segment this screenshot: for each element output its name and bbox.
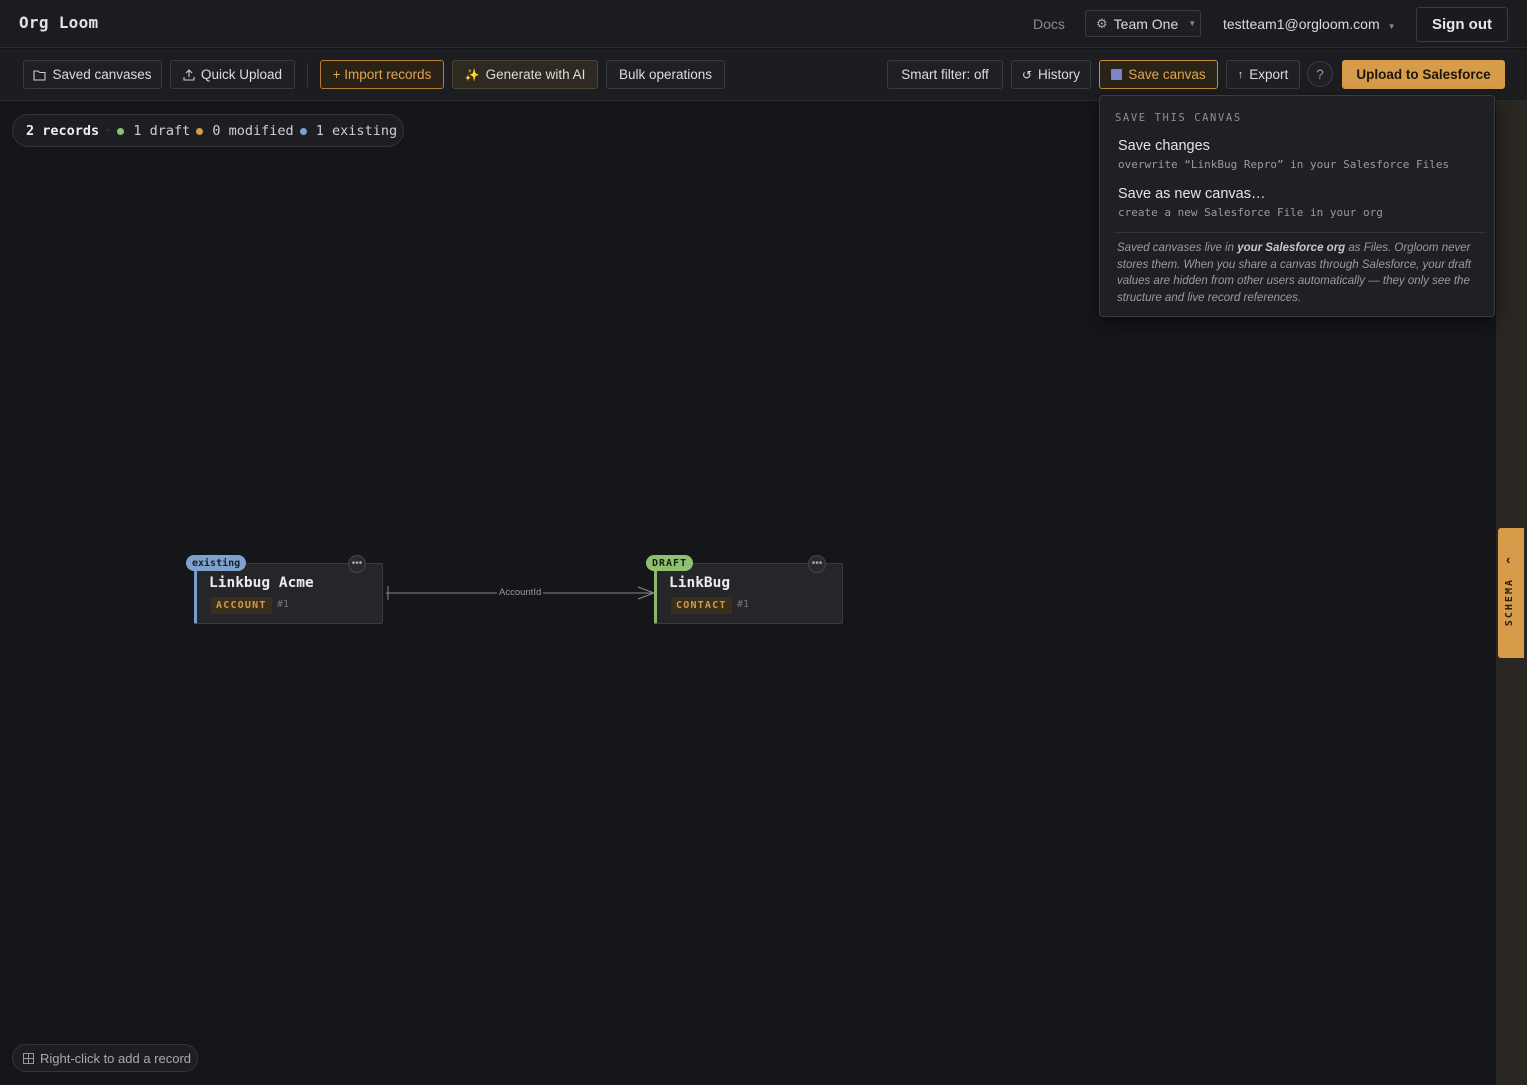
status-badge: DRAFT — [646, 555, 694, 571]
status-badge: existing — [186, 555, 247, 571]
node-menu-icon[interactable]: ••• — [348, 555, 366, 573]
menu-item-subtitle: overwrite “LinkBug Repro” in your Salesf… — [1118, 158, 1450, 171]
record-count: 2 records — [26, 122, 100, 139]
existing-dot-icon — [299, 127, 307, 135]
note-text-bold: your Salesforce org — [1237, 242, 1346, 254]
node-index: #1 — [277, 599, 290, 610]
modified-count: 0 modified — [196, 122, 294, 139]
menu-item-title: Save as new canvas… — [1118, 186, 1266, 202]
draft-count: 1 draft — [117, 123, 190, 139]
hint-label: Right-click to add a record — [40, 1050, 192, 1066]
existing-count-label: 1 existing — [315, 122, 398, 139]
grid-icon — [23, 1052, 34, 1064]
save-canvas-menu: SAVE THIS CANVAS Save changes overwrite … — [1099, 95, 1495, 317]
schema-tab-label: SCHEMA — [1504, 578, 1515, 627]
edge-label: AccountId — [497, 587, 544, 598]
separator: · — [105, 125, 112, 136]
node-index: #1 — [737, 599, 750, 610]
node-menu-icon[interactable]: ••• — [808, 555, 826, 573]
draft-dot-icon — [117, 127, 125, 135]
node-type-badge: CONTACT — [671, 597, 732, 614]
menu-divider — [1114, 232, 1486, 233]
menu-note: Saved canvases live in your Salesforce o… — [1117, 240, 1482, 306]
schema-tab[interactable]: ‹ SCHEMA — [1498, 528, 1524, 658]
node-title: LinkBug — [669, 575, 731, 591]
node-title: Linkbug Acme — [209, 575, 314, 591]
node-type-badge: ACCOUNT — [211, 597, 272, 614]
modified-dot-icon — [196, 127, 204, 135]
note-text-start: Saved canvases live in — [1117, 242, 1238, 254]
existing-count: 1 existing — [299, 122, 398, 139]
canvas-hint: Right-click to add a record — [12, 1044, 198, 1072]
modified-count-label: 0 modified — [212, 122, 294, 139]
menu-heading: SAVE THIS CANVAS — [1115, 112, 1242, 124]
record-stats: 2 records · 1 draft 0 modified 1 existin… — [12, 114, 404, 147]
draft-count-label: 1 draft — [133, 122, 191, 139]
menu-item-subtitle: create a new Salesforce File in your org — [1118, 206, 1383, 219]
menu-item-title: Save changes — [1118, 138, 1210, 154]
chevron-left-icon: ‹ — [1506, 552, 1511, 567]
